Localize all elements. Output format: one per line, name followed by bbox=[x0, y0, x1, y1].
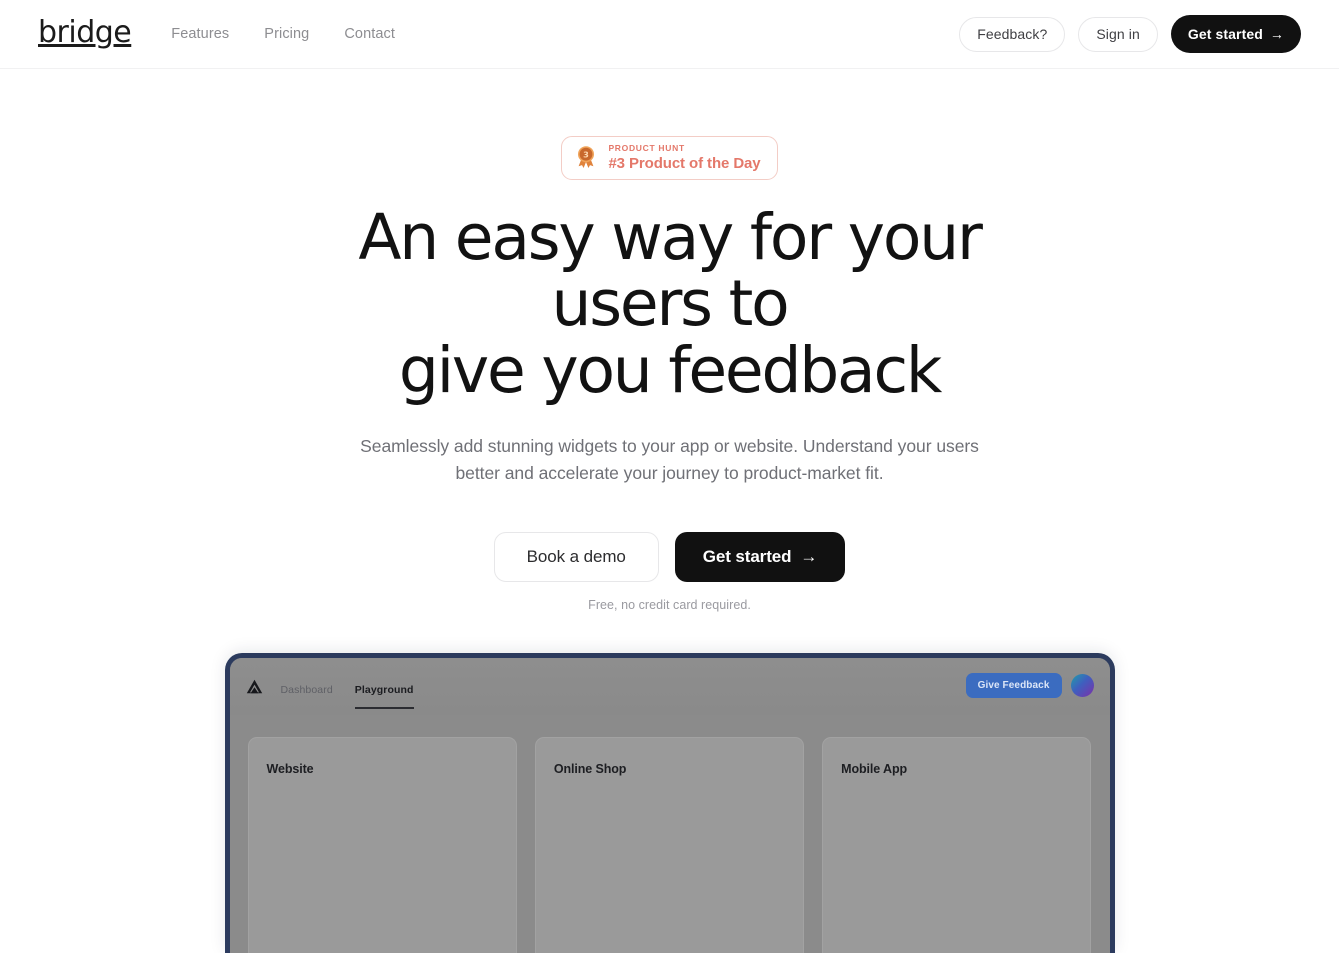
sign-in-button[interactable]: Sign in bbox=[1078, 16, 1158, 52]
get-started-button-hero[interactable]: Get started → bbox=[674, 532, 846, 583]
book-a-demo-button[interactable]: Book a demo bbox=[493, 532, 659, 583]
product-hunt-title: #3 Product of the Day bbox=[608, 154, 761, 172]
nav-link-pricing[interactable]: Pricing bbox=[264, 26, 309, 42]
mockup-card-website[interactable]: Website bbox=[247, 737, 517, 953]
mockup-card-online-shop[interactable]: Online Shop bbox=[534, 737, 805, 953]
arrow-right-icon: → bbox=[800, 547, 818, 567]
medal-icon: 3 bbox=[574, 145, 598, 169]
mockup-tab-playground[interactable]: Playground bbox=[354, 684, 414, 709]
subhead-line-1: Seamlessly add stunning widgets to your … bbox=[360, 435, 932, 456]
mockup-topbar: Dashboard Playground Give Feedback bbox=[229, 658, 1110, 715]
feedback-button[interactable]: Feedback? bbox=[959, 16, 1066, 52]
page-title: An easy way for your users to give you f… bbox=[290, 204, 1050, 408]
nav-link-features[interactable]: Features bbox=[171, 26, 229, 42]
mockup-give-feedback-button[interactable]: Give Feedback bbox=[965, 673, 1062, 698]
mockup-card-mobile-app[interactable]: Mobile App bbox=[822, 737, 1092, 953]
nav-link-contact[interactable]: Contact bbox=[344, 26, 395, 42]
hero-cta-row: Book a demo Get started → bbox=[493, 532, 846, 583]
bridge-mark-icon bbox=[246, 679, 263, 694]
mockup-card-title: Website bbox=[266, 762, 314, 776]
mockup-card-title: Online Shop bbox=[553, 762, 627, 776]
hero-section: 3 PRODUCT HUNT #3 Product of the Day An … bbox=[0, 69, 1339, 613]
avatar[interactable] bbox=[1070, 674, 1094, 697]
product-hunt-text: PRODUCT HUNT #3 Product of the Day bbox=[608, 144, 760, 171]
svg-text:3: 3 bbox=[584, 150, 590, 160]
headline-line-2: give you feedback bbox=[398, 334, 943, 408]
mockup-card-title: Mobile App bbox=[841, 762, 908, 776]
mockup-topbar-actions: Give Feedback bbox=[965, 673, 1094, 700]
get-started-label: Get started bbox=[1187, 26, 1263, 42]
primary-nav: Features Pricing Contact bbox=[171, 26, 395, 42]
cta-note: Free, no credit card required. bbox=[588, 598, 751, 613]
arrow-right-icon: → bbox=[1269, 26, 1284, 42]
mockup-body: Website Online Shop Mobile App bbox=[229, 715, 1110, 953]
headline-line-1: An easy way for your users to bbox=[358, 200, 983, 341]
app-preview-wrapper: Dashboard Playground Give Feedback Websi… bbox=[0, 653, 1339, 953]
logo-bridge[interactable]: bridge bbox=[38, 18, 132, 48]
mockup-tab-dashboard[interactable]: Dashboard bbox=[281, 684, 333, 709]
product-hunt-kicker: PRODUCT HUNT bbox=[608, 143, 685, 153]
mockup-tabs: Dashboard Playground bbox=[281, 658, 414, 715]
app-preview-mockup: Dashboard Playground Give Feedback Websi… bbox=[224, 653, 1115, 953]
header-actions: Feedback? Sign in Get started → bbox=[959, 15, 1301, 53]
site-header: bridge Features Pricing Contact Feedback… bbox=[0, 0, 1339, 69]
get-started-hero-label: Get started bbox=[702, 547, 792, 567]
product-hunt-badge[interactable]: 3 PRODUCT HUNT #3 Product of the Day bbox=[561, 136, 778, 180]
hero-subtitle: Seamlessly add stunning widgets to your … bbox=[347, 433, 992, 488]
get-started-button-header[interactable]: Get started → bbox=[1170, 15, 1301, 53]
